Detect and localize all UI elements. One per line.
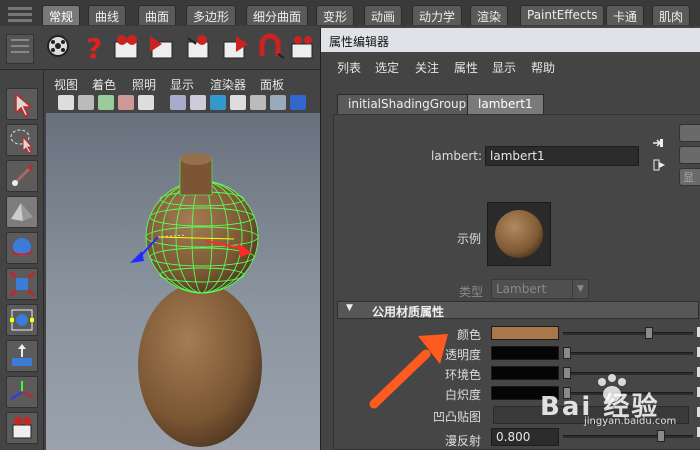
presets-button[interactable] [679,146,700,164]
primitives-tool-icon[interactable] [6,196,38,228]
type-value: Lambert [496,282,547,296]
movie-clapper-icon[interactable] [112,32,142,64]
viewport-menu-panels[interactable]: 面板 [260,76,284,93]
smooth-shade-icon[interactable] [210,95,226,110]
shelf-tab-toon[interactable]: 卡通 [606,5,645,25]
chevron-down-icon: ▼ [572,280,588,298]
type-dropdown[interactable]: Lambert ▼ [491,279,589,299]
manipulator-tool-icon[interactable] [6,304,38,336]
xray-icon[interactable] [250,95,266,110]
attr-label-color: 颜色 [457,328,482,342]
watermark-url: jingyan.baidu.com [584,416,677,427]
type-label: 类型 [459,285,484,299]
textured-icon[interactable] [230,95,246,110]
annotation-arrow-icon [369,334,448,409]
ae-menu-attributes[interactable]: 属性 [454,59,478,76]
shelf-tab-animation[interactable]: 动画 [364,5,403,25]
shelf-tab-curves[interactable]: 曲线 [88,5,127,25]
svg-text:?: ? [86,32,102,64]
soft-mod-tool-icon[interactable] [6,340,38,372]
select-tool-icon[interactable] [6,88,38,120]
viewport-menu-renderer[interactable]: 渲染器 [210,76,246,93]
input-connection-icon[interactable] [651,136,665,150]
lights-icon[interactable] [270,95,286,110]
manipulator-z-handle-icon[interactable] [130,251,144,263]
viewport-menu-shading[interactable]: 着色 [92,76,116,93]
show-button[interactable]: 显 [679,168,700,186]
camera-attrs-icon[interactable] [78,95,94,110]
shelf-options-icon[interactable] [6,34,34,64]
viewport-menu-lighting[interactable]: 照明 [132,76,156,93]
color-swatch[interactable] [491,326,559,340]
attribute-editor-title: 属性编辑器 [321,28,700,52]
transparency-slider[interactable] [563,347,693,359]
shelf-tab-painteffects[interactable]: PaintEffects [520,5,605,25]
lasso-tool-icon[interactable] [6,124,38,156]
grid-icon[interactable] [138,95,154,110]
movie-cut-icon[interactable] [148,32,178,64]
ae-menu-show[interactable]: 显示 [492,59,516,76]
transparency-slider-knob[interactable] [563,347,571,359]
attr-label-diffuse: 漫反射 [445,434,482,448]
diffuse-slider[interactable] [563,430,693,442]
ae-menu-selected[interactable]: 选定 [375,59,399,76]
gourd-neck-top [180,153,212,165]
magnet-icon[interactable] [256,32,286,64]
shelf-tab-deform[interactable]: 变形 [316,5,355,25]
node-name-label: lambert: [431,149,483,163]
shelf-menu-handle[interactable] [6,4,34,24]
shaded-icon[interactable] [190,95,206,110]
common-material-attributes-header[interactable]: ▼ 公用材质属性 [337,301,699,319]
shelf-tab-bar: 常规 曲线 曲面 多边形 细分曲面 变形 动画 动力学 渲染 PaintEffe… [0,0,700,26]
tab-initialshadinggroup[interactable]: initialShadingGroup [337,94,478,114]
gourd-bottom-sphere[interactable] [138,283,262,447]
scale-cube-tool-icon[interactable] [6,268,38,300]
section-title: 公用材质属性 [372,305,445,319]
viewport-menubar: 视图 着色 照明 显示 渲染器 面板 [46,74,318,94]
sample-label: 示例 [457,232,482,246]
shelf-tab-surfaces[interactable]: 曲面 [138,5,177,25]
viewport-scene [130,153,262,447]
node-name-field[interactable]: lambert1 [485,146,639,166]
ae-menu-focus[interactable]: 关注 [415,59,439,76]
movie-tool-icon[interactable] [6,412,38,444]
shelf-tab-general[interactable]: 常规 [42,5,81,25]
collapse-triangle-icon: ▼ [346,303,353,313]
output-connection-icon[interactable] [653,158,667,172]
shelf-tab-polygons[interactable]: 多边形 [186,5,237,25]
color-slider-knob[interactable] [645,327,653,339]
material-sample-swatch[interactable] [487,202,551,266]
transparency-swatch[interactable] [491,346,559,360]
image-plane-icon[interactable] [118,95,134,110]
shelf-tab-muscle[interactable]: 肌肉 [652,5,691,25]
shelf-tab-subdiv[interactable]: 细分曲面 [246,5,309,25]
camera-reel-icon[interactable] [44,32,74,64]
movie-edit-icon[interactable] [184,32,214,64]
shelf-tab-rendering[interactable]: 渲染 [470,5,509,25]
camera-select-icon[interactable] [58,95,74,110]
movie-record-icon[interactable] [288,32,318,64]
viewport-menu-view[interactable]: 视图 [54,76,78,93]
shelf-tab-dynamics[interactable]: 动力学 [412,5,463,25]
isolate-icon[interactable] [290,95,306,110]
3d-viewport[interactable] [46,113,320,450]
bookmark-icon[interactable] [98,95,114,110]
focus-button[interactable] [679,124,700,142]
ae-menu-list[interactable]: 列表 [337,59,361,76]
ae-menu-help[interactable]: 帮助 [531,59,555,76]
rotate-sphere-tool-icon[interactable] [6,232,38,264]
toolbox [0,70,44,450]
move-axis-tool-icon[interactable] [6,376,38,408]
paint-select-tool-icon[interactable] [6,160,38,192]
watermark: Bai 经验 jingyan.baidu.com [540,372,700,432]
viewport-iconbar [46,94,318,112]
color-slider[interactable] [563,327,693,339]
help-icon[interactable]: ? [80,32,110,64]
wireframe-icon[interactable] [170,95,186,110]
movie-forward-icon[interactable] [220,32,250,64]
tab-lambert1[interactable]: lambert1 [467,94,544,114]
viewport-menu-show[interactable]: 显示 [170,76,194,93]
